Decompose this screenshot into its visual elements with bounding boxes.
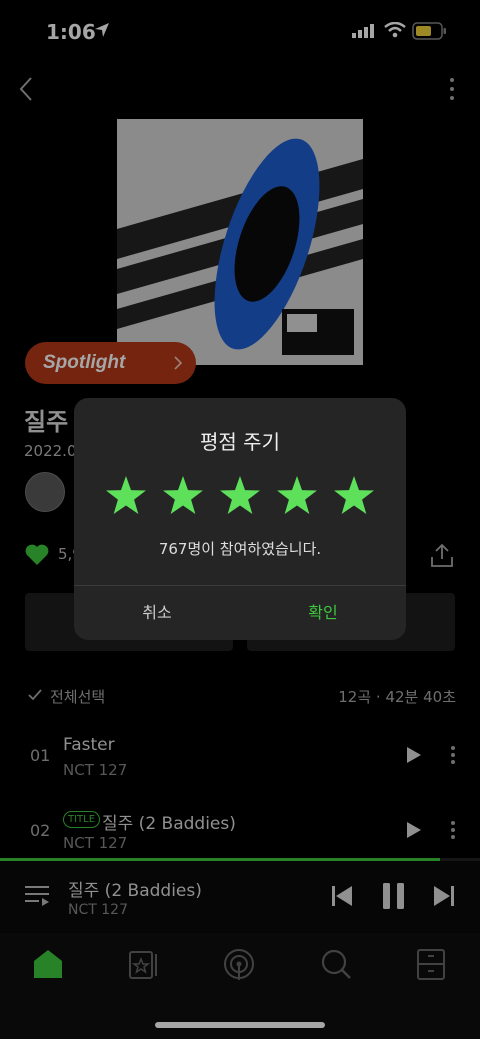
star-icon[interactable] [334,476,374,514]
star-icon[interactable] [220,476,260,514]
participant-count: 767명이 참여하였습니다. [158,540,322,558]
star-rating[interactable] [104,474,376,518]
star-icon[interactable] [106,476,146,514]
confirm-button[interactable]: 확인 [240,586,406,640]
dialog-title: 평점 주기 [200,430,280,454]
star-icon[interactable] [277,476,317,514]
cancel-button[interactable]: 취소 [74,586,240,640]
star-icon[interactable] [163,476,203,514]
rating-dialog: 평점 주기 767명이 참여하였습니다. 취소 확인 [74,398,406,640]
